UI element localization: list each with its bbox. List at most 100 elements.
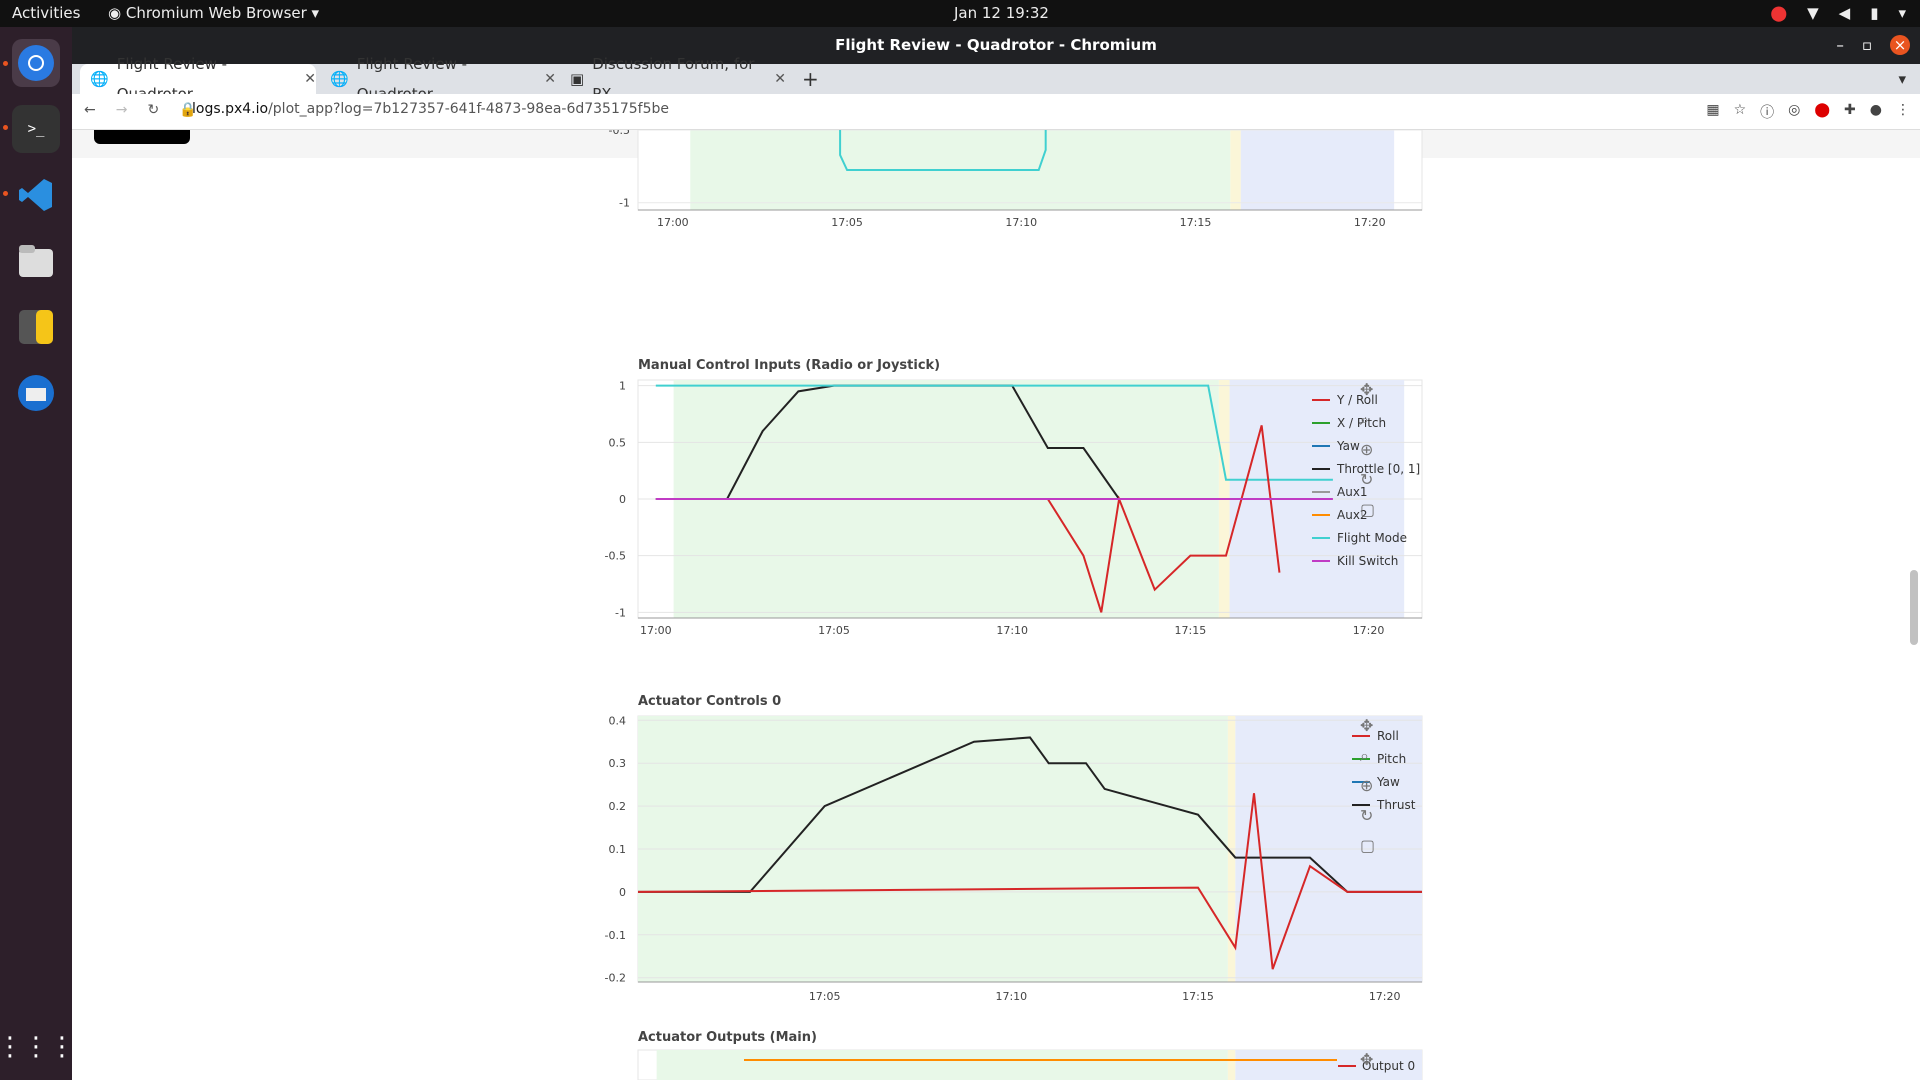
x-tick-label: 17:10 — [996, 624, 1028, 637]
x-tick-label: 17:20 — [1353, 624, 1385, 637]
legend-label: Throttle [0, 1] — [1336, 462, 1420, 476]
x-tick-label: 17:00 — [640, 624, 672, 637]
mode-band-transition — [1230, 130, 1241, 210]
tab-close-icon[interactable]: ✕ — [544, 64, 556, 94]
page-content: -0.5 -1 17:00 17:05 17:10 17:15 17:20 1 0.5 0 -0.5… — [72, 130, 1920, 1080]
mode-band-manual — [656, 1050, 1228, 1080]
mode-band-transition — [1227, 1050, 1236, 1080]
y-tick-label: 0.2 — [609, 800, 627, 813]
plot-0[interactable]: -0.5 -1 17:00 17:05 17:10 17:15 17:20 1 0.5 0 -0.5… — [72, 130, 1920, 1080]
vscode-dock-icon[interactable] — [12, 171, 60, 219]
reset-tool-icon[interactable]: ↻ — [1360, 470, 1373, 489]
running-indicator — [3, 191, 8, 196]
tab-close-icon[interactable]: ✕ — [304, 64, 316, 94]
bookmark-star-icon[interactable]: ☆ — [1734, 102, 1747, 122]
reload-icon[interactable]: ↻ — [147, 102, 159, 118]
calculator-dock-icon[interactable] — [12, 303, 60, 351]
y-tick-label: 0.4 — [609, 714, 627, 727]
x-tick-label: 17:15 — [1180, 216, 1212, 229]
files-dock-icon[interactable] — [12, 237, 60, 285]
x-tick-label: 17:20 — [1354, 216, 1386, 229]
browser-window: Flight Review - Quadrotor - Chromium – ▫… — [72, 27, 1920, 1080]
do-not-disturb-icon: ⬤ — [1770, 4, 1788, 22]
tray-menu-icon: ▾ — [1898, 4, 1906, 22]
x-tick-label: 17:05 — [831, 216, 863, 229]
globe-icon: 🌐 — [90, 70, 109, 88]
y-tick-label: -0.5 — [609, 130, 630, 137]
forward-icon[interactable]: → — [116, 102, 128, 118]
window-title: Flight Review - Quadrotor - Chromium — [835, 36, 1157, 54]
system-tray[interactable]: ⬤ ▼ ◀ ▮ ▾ — [1770, 4, 1906, 22]
plot-title-actuator-controls: Actuator Controls 0 — [638, 694, 782, 709]
tab-flight-review-1[interactable]: 🌐 Flight Review - Quadrotor ✕ — [80, 55, 316, 103]
wifi-icon: ▼ — [1807, 4, 1819, 22]
x-tick-label: 17:15 — [1175, 624, 1207, 637]
globe-icon: 🌐 — [330, 70, 349, 88]
app-menu[interactable]: ◉ Chromium Web Browser ▾ — [108, 4, 319, 22]
tab-close-icon[interactable]: ✕ — [774, 64, 786, 94]
y-tick-label: 0.5 — [609, 436, 627, 449]
dock: >_ ⋮⋮⋮ — [0, 27, 75, 1080]
chromium-dock-icon[interactable] — [12, 39, 60, 87]
save-tool-icon[interactable]: ▢ — [1360, 500, 1375, 519]
show-apps-icon[interactable]: ⋮⋮⋮ — [0, 1023, 75, 1071]
minimize-icon[interactable]: – — [1836, 27, 1844, 64]
y-tick-label: 0.3 — [609, 757, 627, 770]
reset-tool-icon[interactable]: ↻ — [1360, 806, 1373, 825]
mode-band-position — [1240, 130, 1395, 210]
tab-flight-review-2[interactable]: 🌐 Flight Review - Quadrotor ✕ — [320, 55, 556, 103]
x-tick-label: 17:05 — [818, 624, 850, 637]
new-tab-button[interactable]: + — [792, 64, 819, 94]
profile-avatar-icon[interactable]: ● — [1870, 102, 1882, 122]
legend-label: Yaw — [1376, 775, 1400, 789]
pan-tool-icon[interactable]: ✥ — [1360, 1050, 1373, 1069]
forum-icon: ▣ — [570, 70, 585, 88]
close-icon[interactable]: × — [1890, 35, 1910, 55]
clock[interactable]: Jan 12 19:32 — [954, 4, 1049, 22]
y-tick-label: 0 — [619, 886, 626, 899]
extensions-puzzle-icon[interactable]: ✚ — [1844, 102, 1856, 122]
x-tick-label: 17:20 — [1369, 990, 1401, 1003]
wheel-zoom-tool-icon[interactable]: ⊕ — [1360, 440, 1373, 459]
tab-strip: 🌐 Flight Review - Quadrotor ✕ 🌐 Flight R… — [72, 55, 1920, 103]
chromium-icon: ◉ — [108, 4, 126, 22]
legend-label: Roll — [1377, 729, 1399, 743]
box-zoom-tool-icon[interactable]: ⌕ — [1360, 746, 1369, 766]
terminal-dock-icon[interactable]: >_ — [12, 105, 60, 153]
window-titlebar: Flight Review - Quadrotor - Chromium – ▫… — [72, 27, 1920, 64]
legend-label: Pitch — [1377, 752, 1406, 766]
legend-label: Flight Mode — [1337, 531, 1407, 545]
pan-tool-icon[interactable]: ✥ — [1360, 716, 1373, 735]
qr-code-icon[interactable]: ▦ — [1706, 102, 1719, 122]
address-bar: ← → ↻ 🔒 logs.px4.io/plot_app?log=7b12735… — [72, 94, 1920, 130]
maximize-icon[interactable]: ▫ — [1862, 27, 1872, 64]
y-tick-label: -0.1 — [605, 929, 626, 942]
y-tick-label: 1 — [619, 380, 626, 393]
browser-menu-icon[interactable]: ⋮ — [1896, 102, 1910, 122]
x-tick-label: 17:10 — [1005, 216, 1037, 229]
url-field[interactable]: logs.px4.io/plot_app?log=7b127357-641f-4… — [192, 101, 669, 117]
y-tick-label: -0.5 — [605, 550, 626, 563]
y-tick-label: -1 — [615, 606, 626, 619]
wheel-zoom-tool-icon[interactable]: ⊕ — [1360, 776, 1373, 795]
pan-tool-icon[interactable]: ✥ — [1360, 380, 1373, 399]
extension-1-icon[interactable]: ⓘ — [1760, 102, 1774, 122]
x-tick-label: 17:05 — [809, 990, 841, 1003]
legend-label: Kill Switch — [1337, 554, 1398, 568]
y-tick-label: 0 — [619, 493, 626, 506]
plot-title-manual-control: Manual Control Inputs (Radio or Joystick… — [638, 358, 941, 373]
running-indicator — [3, 125, 8, 130]
extension-2-icon[interactable]: ◎ — [1788, 102, 1800, 122]
tab-search-icon[interactable]: ▾ — [1888, 64, 1906, 94]
box-zoom-tool-icon[interactable]: ⌕ — [1360, 410, 1369, 430]
y-tick-label: -0.2 — [605, 972, 626, 985]
extension-3-icon[interactable]: ⬤ — [1814, 102, 1830, 122]
legend-label: Thrust — [1376, 798, 1416, 812]
back-icon[interactable]: ← — [84, 102, 96, 118]
volume-icon: ◀ — [1838, 4, 1851, 22]
thunderbird-dock-icon[interactable] — [12, 369, 60, 417]
tab-discussion-forum[interactable]: ▣ Discussion Forum, for PX ✕ — [560, 55, 786, 103]
battery-icon: ▮ — [1870, 4, 1879, 22]
save-tool-icon[interactable]: ▢ — [1360, 836, 1375, 855]
activities-button[interactable]: Activities — [12, 4, 80, 22]
